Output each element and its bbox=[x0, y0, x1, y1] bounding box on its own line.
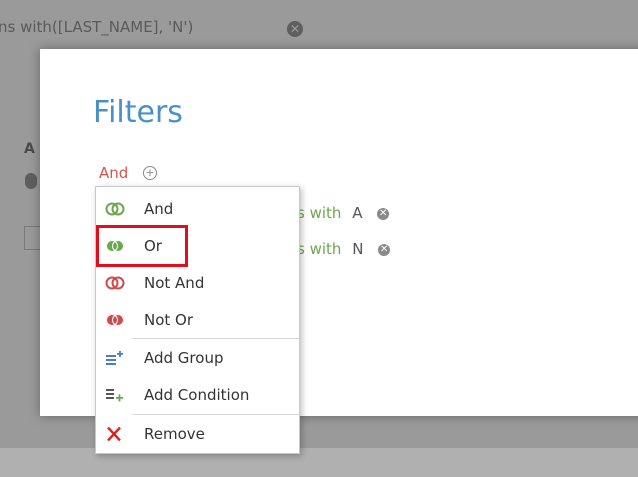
condition-row: s with A ✕ bbox=[297, 204, 390, 222]
menu-item-label: Add Condition bbox=[144, 386, 250, 404]
remove-condition-icon[interactable]: ✕ bbox=[378, 243, 391, 256]
add-group-icon bbox=[106, 351, 123, 365]
filter-expression-text: ns with([LAST_NAME], 'N') bbox=[0, 18, 194, 36]
condition-value[interactable]: N bbox=[352, 240, 363, 258]
add-condition-icon bbox=[106, 389, 123, 402]
menu-item-not-and[interactable]: Not And bbox=[96, 267, 299, 299]
add-circle-icon[interactable]: + bbox=[143, 166, 157, 180]
menu-item-add-condition[interactable]: Add Condition bbox=[96, 379, 299, 411]
group-operator-link[interactable]: And bbox=[99, 164, 128, 182]
and-icon bbox=[105, 202, 125, 216]
not-or-icon bbox=[106, 314, 124, 326]
menu-item-label: And bbox=[144, 200, 174, 218]
menu-item-add-group[interactable]: Add Group bbox=[96, 342, 299, 374]
condition-value[interactable]: A bbox=[352, 204, 362, 222]
background-circle-icon bbox=[25, 173, 37, 189]
condition-operator-link[interactable]: s with bbox=[297, 240, 341, 258]
menu-item-and[interactable]: And bbox=[96, 193, 299, 225]
menu-item-label: Add Group bbox=[144, 349, 224, 367]
clear-filter-icon[interactable]: ✕ bbox=[287, 21, 303, 37]
condition-operator-link[interactable]: s with bbox=[297, 204, 341, 222]
menu-separator bbox=[132, 414, 299, 415]
dialog-title: Filters bbox=[93, 95, 183, 130]
menu-item-label: Remove bbox=[144, 425, 205, 443]
menu-item-not-or[interactable]: Not Or bbox=[96, 304, 299, 336]
menu-item-remove[interactable]: Remove bbox=[96, 418, 299, 450]
remove-condition-icon[interactable]: ✕ bbox=[377, 207, 390, 220]
menu-item-label: Not Or bbox=[144, 311, 194, 329]
menu-item-label: Not And bbox=[144, 274, 205, 292]
not-and-icon bbox=[105, 276, 125, 290]
menu-separator bbox=[132, 338, 299, 339]
remove-icon bbox=[107, 427, 121, 441]
or-highlight-box bbox=[96, 225, 188, 267]
background-panel-letter: A bbox=[24, 141, 35, 157]
condition-row: s with N ✕ bbox=[297, 240, 391, 258]
